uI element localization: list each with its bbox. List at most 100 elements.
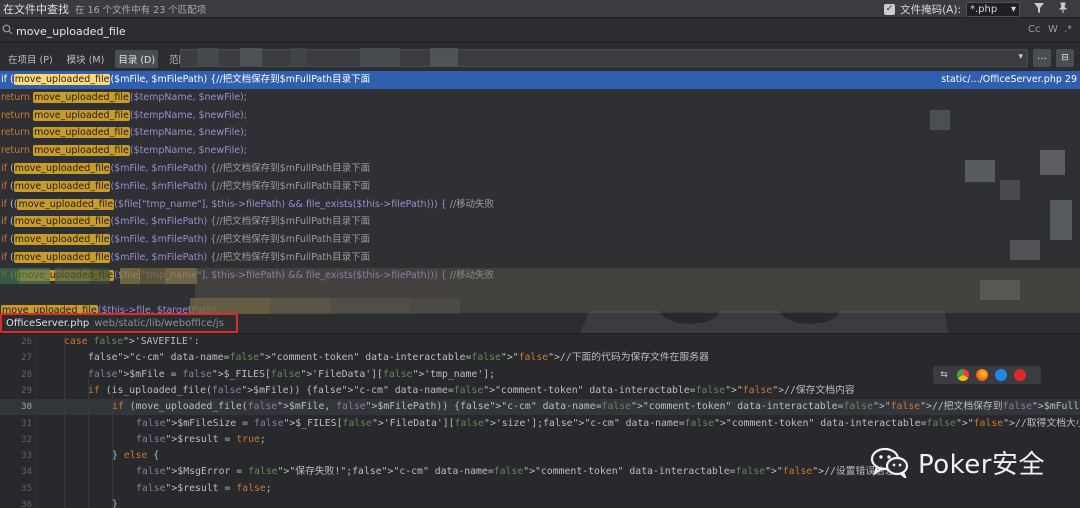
comment-token: {//把文档保存到$mFullPath目录下面 [207, 74, 371, 85]
file-name: OfficeServer.php [6, 317, 90, 329]
code-preview[interactable]: 26 case false">'SAVEFILE': 27 false">"c-cm"… [0, 334, 1080, 508]
wechat-icon [870, 447, 909, 478]
code-text: false">$result = false; [136, 482, 272, 494]
result-row[interactable]: if (move_uploaded_file($mFile, $mFilePat… [0, 213, 1080, 231]
safari-icon[interactable] [995, 369, 1007, 381]
mosaic-block [1050, 200, 1072, 240]
code-line[interactable]: 30 if (move_uploaded_file(false">$mFile, … [0, 399, 1080, 416]
search-row: Cc W .* [0, 19, 1080, 43]
mosaic-block [1010, 240, 1040, 260]
browser-preview-toolbar: ⇆ [933, 366, 1041, 384]
code-text: case false">'SAVEFILE': [64, 336, 200, 347]
file-mask-select[interactable]: *.php ▾ [966, 1, 1020, 17]
tab-directory[interactable]: 目录 (D) [115, 50, 159, 68]
result-row[interactable]: if (move_uploaded_file($mFile, $mFilePat… [0, 231, 1080, 249]
file-path-bar: OfficeServer.php web/static/lib/weboffic… [0, 313, 238, 333]
keyword-token: if [1, 198, 11, 210]
mosaic-band [195, 268, 1080, 313]
code-line[interactable]: 31 false">$mFileSize = false">$_FILES[fal… [0, 416, 1080, 432]
whole-words-toggle[interactable]: W [1048, 24, 1058, 35]
keyword-token: if [1, 234, 11, 246]
result-row[interactable]: return move_uploaded_file($tempName, $ne… [0, 124, 1080, 142]
chrome-icon[interactable] [957, 369, 969, 381]
keyword-token: false [742, 384, 773, 396]
code-line[interactable]: 26 case false">'SAVEFILE': [0, 334, 1080, 350]
code-line[interactable]: 35 false">$result = false; [0, 481, 1080, 497]
preview-layout-button[interactable]: ⊟ [1056, 49, 1074, 67]
match-highlight: move_uploaded_file [13, 252, 111, 263]
line-number: 36 [21, 500, 32, 508]
indent-guide [64, 334, 65, 508]
args-token: ($mFile, $mFilePath) [110, 252, 208, 263]
keyword-token: if [88, 384, 100, 396]
file-mask-value: *.php [970, 3, 998, 15]
keyword-token: case [64, 336, 88, 347]
string-token: false [735, 466, 766, 478]
match-highlight: move_uploaded_file [13, 234, 111, 246]
args-token: ($mFile, $mFilePath) [110, 234, 208, 246]
result-row[interactable]: return move_uploaded_file($tempName, $ne… [0, 89, 1080, 107]
match-highlight: move_uploaded_file [17, 198, 115, 210]
result-row[interactable]: if (move_uploaded_file($mFile, $mFilePat… [0, 71, 1080, 89]
regex-toggle[interactable]: .* [1064, 24, 1072, 35]
comment-token: {//把文档保存到$mFullPath目录下面 [207, 234, 371, 246]
keyword-token: return [1, 91, 34, 103]
file-mask-checkbox[interactable]: ✓ [884, 3, 896, 15]
result-row[interactable]: if (move_uploaded_file($mFile, $mFilePat… [0, 160, 1080, 178]
tab-project[interactable]: 在项目 (P) [5, 50, 56, 68]
code-text: false">"c-cm" data-name=false">"comment-… [88, 352, 709, 364]
match-case-toggle[interactable]: Cc [1028, 24, 1040, 35]
mosaic-block [198, 48, 218, 66]
code-text: } else { [112, 450, 160, 462]
mosaic-block [165, 268, 197, 284]
code-text: if (move_uploaded_file(false">$mFile, fa… [112, 401, 1080, 413]
pin-icon[interactable] [1056, 2, 1070, 16]
string-token: false [926, 417, 956, 429]
keyword-token: if [1, 163, 11, 174]
tab-module[interactable]: 模块 (M) [64, 50, 108, 68]
result-row[interactable]: if ((move_uploaded_file($file["tmp_name"… [0, 196, 1080, 214]
browse-directory-button[interactable]: ... [1033, 49, 1051, 67]
result-row[interactable]: if (move_uploaded_file($mFile, $mFilePat… [0, 178, 1080, 196]
variable-token: false [336, 401, 366, 413]
code-text: false">$MsgError = false">"保存失败!";false"… [136, 466, 895, 478]
chevron-down-icon: ▾ [1010, 3, 1016, 15]
string-token: false [684, 417, 715, 429]
keyword-token: if [1, 74, 11, 85]
funnel-icon[interactable] [1032, 2, 1046, 16]
search-icon [2, 24, 13, 38]
opera-icon[interactable] [1014, 369, 1026, 381]
code-line[interactable]: 27 false">"c-cm" data-name=false">"commen… [0, 350, 1080, 366]
match-highlight: move_uploaded_file [33, 127, 130, 139]
keyword-token: false [890, 401, 921, 413]
code-line[interactable]: 29 if (is_uploaded_file(false">$mFile)) {… [0, 383, 1080, 399]
code-line[interactable]: 28 false">$mFile = false">$_FILES[false">… [0, 367, 1080, 383]
string-token: false [543, 417, 573, 429]
keyword-token: if [112, 401, 124, 413]
preview-icon[interactable]: ⇆ [938, 369, 950, 381]
line-number: 30 [21, 402, 32, 413]
string-token: false [471, 352, 501, 364]
line-number: 27 [21, 353, 32, 364]
code-text: false">$result = true; [136, 433, 266, 445]
line-number: 28 [21, 369, 32, 380]
match-highlight: move_uploaded_file [13, 216, 111, 228]
keyword-token: else [123, 450, 148, 462]
code-line[interactable]: 36} [0, 497, 1080, 508]
result-row[interactable]: return move_uploaded_file($tempName, $ne… [0, 107, 1080, 125]
string-token: false [453, 384, 484, 396]
comment-token: //移动失败 [446, 198, 495, 210]
line-number: 29 [21, 385, 32, 396]
search-input[interactable] [16, 22, 916, 40]
mosaic-block [360, 48, 400, 66]
args-token: ($tempName, $newFile); [129, 145, 247, 157]
directory-select[interactable]: ▾ [180, 49, 1028, 67]
line-number: 26 [21, 337, 32, 347]
firefox-icon[interactable] [976, 369, 988, 381]
file-mask-area: ✓ 文件掩码(A): *.php ▾ [884, 0, 1020, 18]
result-row[interactable]: return move_uploaded_file($tempName, $ne… [0, 142, 1080, 160]
chevron-down-icon: ▾ [1018, 52, 1023, 62]
match-highlight: move_uploaded_file [13, 180, 111, 192]
result-row[interactable]: if (move_uploaded_file($mFile, $mFilePat… [0, 249, 1080, 267]
string-token: false [352, 466, 382, 478]
